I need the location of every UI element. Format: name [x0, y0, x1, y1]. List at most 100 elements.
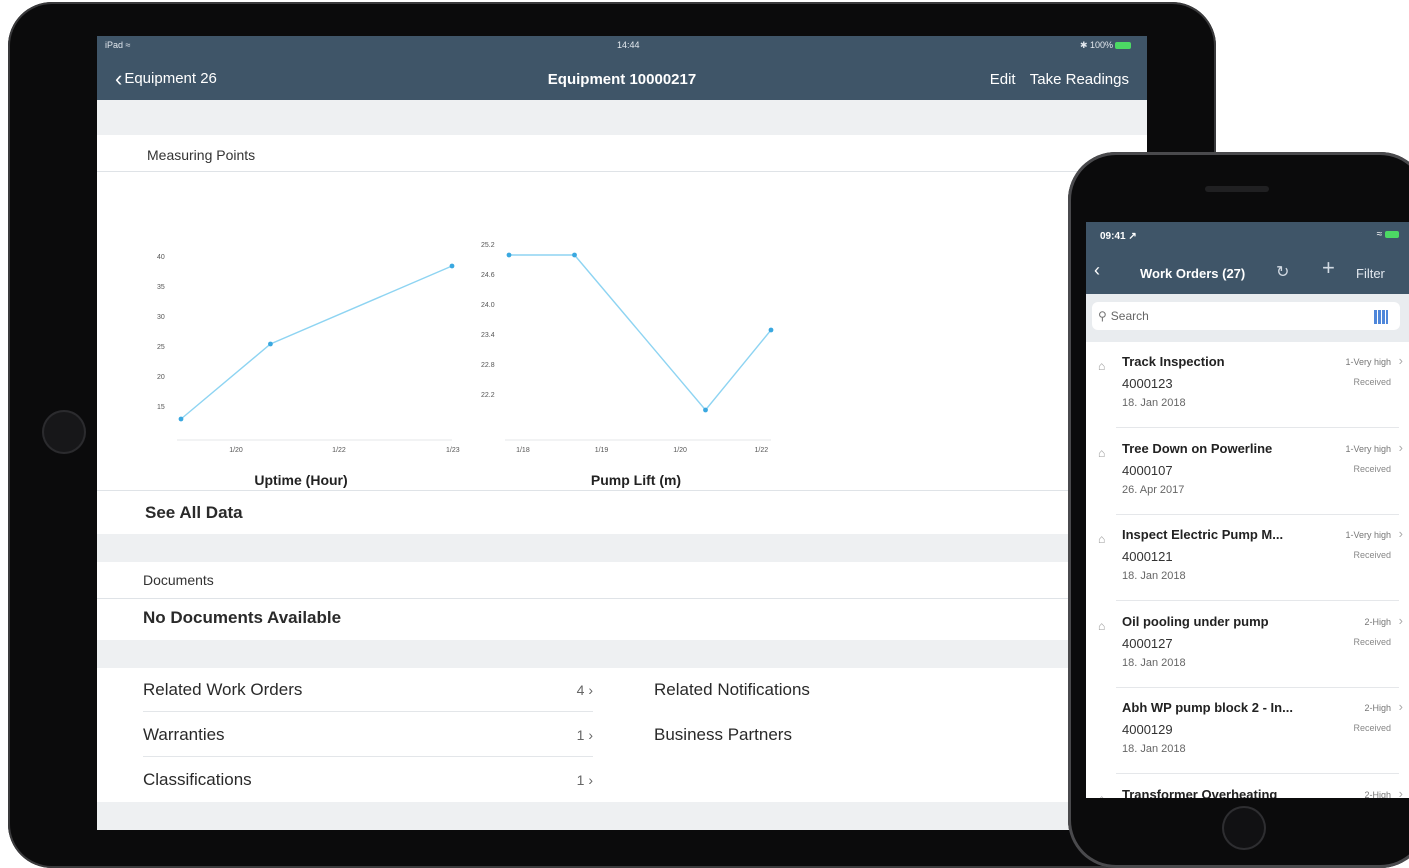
chevron-right-icon: › — [1398, 526, 1403, 541]
data-point — [178, 416, 184, 422]
work-order-item[interactable]: ⌂ Tree Down on Powerline 4000107 26. Apr 20… — [1086, 429, 1409, 515]
classifications-label: Classifications — [143, 770, 252, 789]
y-tick-label: 20 — [157, 374, 165, 381]
related-notifications-row[interactable]: Related Notifications — [654, 680, 810, 700]
work-order-priority: 1-Very high — [1345, 530, 1391, 540]
search-bar: ⚲ Search — [1086, 294, 1409, 342]
work-order-priority: 2-High — [1364, 616, 1391, 627]
no-documents-label: No Documents Available — [143, 608, 342, 627]
work-order-item[interactable]: ⌂ Track Inspection 4000123 18. Jan 2018 1-Ve… — [1086, 342, 1409, 428]
work-order-date: 26. Apr 2017 — [1122, 483, 1185, 496]
y-tick-label: 15 — [157, 404, 165, 411]
work-order-status: Received — [1353, 636, 1391, 647]
work-order-title: Abh WP pump block 2 - In... — [1122, 700, 1293, 715]
work-order-number: 4000121 — [1122, 549, 1173, 564]
x-tick-label: 1/23 — [446, 447, 460, 454]
edit-button[interactable]: Edit — [990, 71, 1016, 88]
count-value: 1 — [576, 726, 585, 743]
documents-section: Documents No Documents Available — [97, 562, 1147, 640]
work-order-item[interactable]: ⌂ Transformer Overheating 2-High › — [1086, 775, 1409, 799]
status-time: 14:44 — [617, 40, 640, 50]
work-order-title: Inspect Electric Pump M... — [1122, 527, 1284, 542]
series-line — [509, 254, 772, 412]
chevron-right-icon: › — [1398, 785, 1403, 799]
chevron-right-icon: › — [1398, 439, 1403, 455]
x-tick-label: 1/20 — [673, 447, 687, 454]
y-tick-label: 30 — [157, 314, 165, 321]
work-order-title: Transformer Overheating — [1122, 786, 1278, 799]
chevron-right-icon: › — [588, 726, 593, 743]
work-order-date: 18. Jan 2018 — [1122, 570, 1186, 582]
add-icon[interactable]: + — [1322, 257, 1335, 279]
data-point — [449, 263, 455, 269]
ipad-screen: iPad ≈ 14:44 ✱ 100% ‹ Equipment 26 Equipm… — [97, 36, 1147, 830]
x-tick-label: 1/22 — [755, 447, 769, 454]
iphone-home-button — [1222, 806, 1266, 850]
attachment-icon: ⌂ — [1098, 618, 1106, 633]
x-axis-title: Uptime (Hour) — [254, 472, 347, 488]
work-order-status: Received — [1353, 550, 1391, 560]
x-tick-label: 1/22 — [332, 447, 346, 454]
x-tick-label: 1/18 — [516, 447, 530, 454]
y-tick-label: 35 — [157, 284, 165, 291]
data-point — [572, 252, 577, 258]
search-input[interactable]: ⚲ Search — [1092, 302, 1400, 330]
search-placeholder: Search — [1110, 309, 1149, 323]
ipad-home-button — [42, 410, 86, 454]
phone-status-right: ≈ — [1377, 229, 1399, 240]
phone-title: Work Orders (27) — [1140, 266, 1246, 281]
work-order-status: Received — [1353, 463, 1391, 474]
phone-status-time: 09:41 ↗ — [1100, 231, 1137, 242]
marketing-stage: iPad ≈ 14:44 ✱ 100% ‹ Equipment 26 Equipm… — [0, 0, 1409, 868]
attachment-icon: ⌂ — [1098, 445, 1106, 460]
work-order-title: Tree Down on Powerline — [1122, 440, 1273, 456]
chevron-right-icon: › — [1398, 353, 1403, 368]
phone-back-button[interactable]: ‹ — [1094, 260, 1100, 281]
y-tick-label: 23.4 — [481, 332, 495, 339]
work-order-date: 18. Jan 2018 — [1122, 743, 1186, 755]
related-work-orders-label: Related Work Orders — [143, 679, 303, 699]
attachment-icon: ⌂ — [1098, 792, 1105, 799]
work-order-number: 4000123 — [1122, 376, 1173, 391]
x-tick-label: 1/19 — [595, 447, 609, 454]
barcode-scanner-icon[interactable] — [1374, 310, 1388, 324]
take-readings-button[interactable]: Take Readings — [1030, 71, 1129, 88]
navigation-bar: iPad ≈ 14:44 ✱ 100% ‹ Equipment 26 Equipm… — [97, 36, 1147, 100]
chevron-right-icon: › — [1398, 612, 1403, 628]
chevron-right-icon: › — [588, 772, 593, 788]
count-value: 1 — [576, 772, 585, 788]
related-work-orders-row[interactable]: Related Work Orders 4 › — [143, 668, 593, 712]
business-partners-row[interactable]: Business Partners — [654, 725, 792, 745]
work-order-item[interactable]: ⌂ Inspect Electric Pump M... 4000121 18. Ja… — [1086, 515, 1409, 601]
data-point — [703, 407, 708, 413]
filter-button[interactable]: Filter — [1356, 266, 1385, 281]
refresh-icon[interactable]: ↻ — [1276, 262, 1289, 282]
x-tick-label: 1/20 — [229, 447, 243, 454]
work-order-priority: 1-Very high — [1345, 443, 1391, 454]
see-all-data-label: See All Data — [145, 503, 243, 522]
y-tick-label: 22.2 — [481, 392, 495, 399]
related-section: Related Work Orders 4 › Warranties 1 › C… — [97, 668, 1147, 802]
documents-header: Documents — [143, 572, 214, 588]
work-order-priority: 2-High — [1364, 789, 1391, 799]
series-line — [180, 265, 453, 420]
y-tick-label: 22.8 — [481, 362, 495, 369]
attachment-icon: ⌂ — [1098, 532, 1106, 546]
nav-actions: Edit Take Readings — [980, 71, 1129, 88]
iphone-speaker — [1205, 186, 1269, 192]
y-tick-label: 24.6 — [481, 272, 495, 279]
classifications-row[interactable]: Classifications 1 › — [143, 758, 593, 802]
work-order-item[interactable]: Abh WP pump block 2 - In... 4000129 18. Ja… — [1086, 688, 1409, 774]
see-all-data-row[interactable]: See All Data — [97, 490, 1147, 534]
x-axis-title: Pump Lift (m) — [591, 472, 681, 488]
work-order-item[interactable]: ⌂ Oil pooling under pump 4000127 18. Jan 20… — [1086, 602, 1409, 688]
warranties-row[interactable]: Warranties 1 › — [143, 713, 593, 757]
warranties-label: Warranties — [143, 724, 225, 744]
divider — [97, 171, 1147, 172]
status-battery: ✱ 100% — [1080, 40, 1133, 51]
battery-icon — [1115, 42, 1131, 50]
work-order-status: Received — [1353, 723, 1391, 733]
search-icon: ⚲ — [1098, 309, 1107, 323]
warranties-count: 1 › — [577, 727, 593, 743]
attachment-icon: ⌂ — [1098, 359, 1106, 373]
